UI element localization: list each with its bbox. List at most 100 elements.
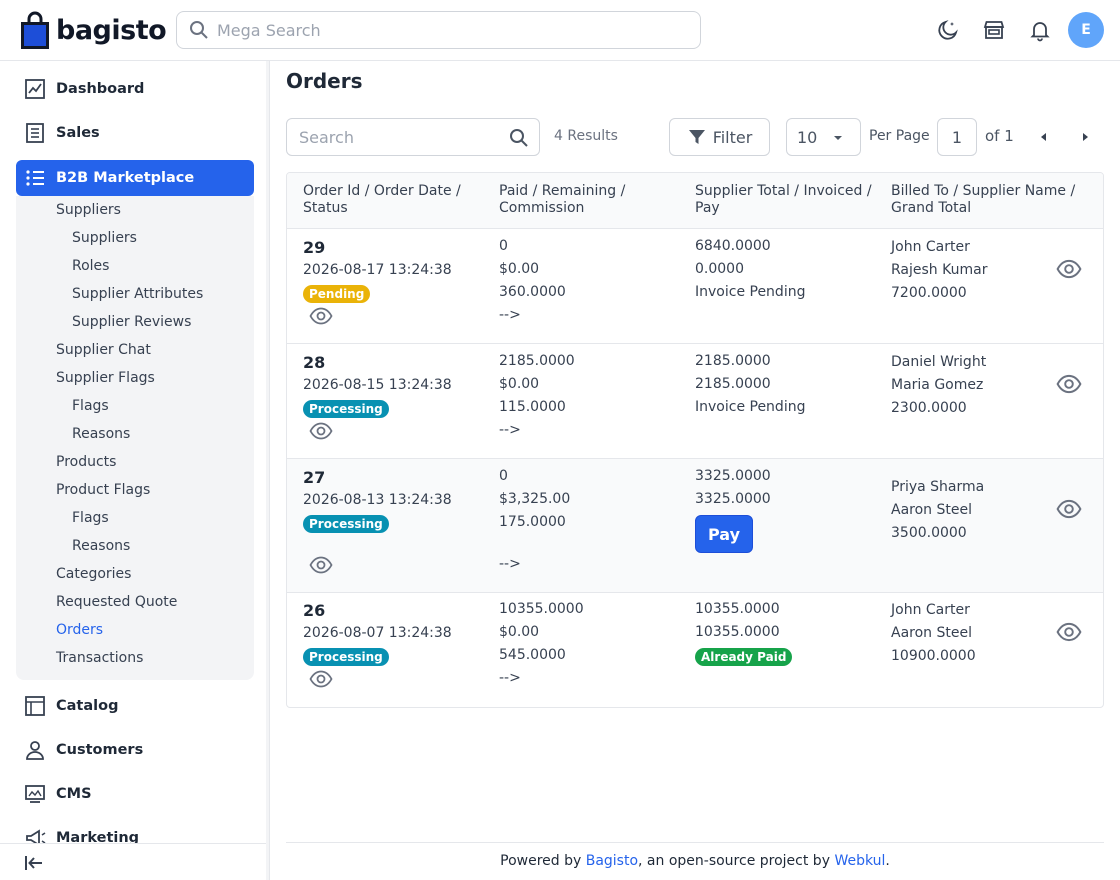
mega-search-box[interactable] (176, 11, 701, 49)
row-arrow: --> (499, 422, 521, 438)
submenu-requested-quote[interactable]: Requested Quote (56, 594, 177, 610)
filter-button[interactable]: Filter (669, 118, 770, 156)
submenu-supplier-flags[interactable]: Supplier Flags (56, 370, 155, 386)
submenu-product-flags-flags[interactable]: Flags (72, 510, 109, 526)
already-paid-badge: Already Paid (695, 648, 793, 666)
sidebar: Dashboard Sales B2B Marketplace Supplier… (0, 61, 270, 880)
status-badge: Pending (303, 285, 371, 303)
supplier-total: 10355.0000 (695, 601, 780, 617)
collapse-sidebar-icon[interactable] (24, 853, 44, 873)
submenu-supplier-flags-flags[interactable]: Flags (72, 398, 109, 414)
grand-total: 7200.0000 (891, 285, 967, 301)
col-header-paid[interactable]: Paid / Remaining / Commission (499, 183, 679, 217)
sidebar-collapse-bar (0, 843, 269, 880)
order-id: 27 (303, 468, 326, 487)
paid-amount: 10355.0000 (499, 601, 584, 617)
grand-total: 3500.0000 (891, 525, 967, 541)
table-header: Order Id / Order Date / Status Paid / Re… (287, 173, 1103, 229)
top-header: bagisto E (0, 0, 1120, 61)
view-eye-icon[interactable] (1056, 496, 1082, 522)
webkul-link[interactable]: Webkul (834, 853, 885, 869)
datagrid-search-box[interactable] (286, 118, 540, 156)
order-id: 28 (303, 353, 326, 372)
bagisto-link[interactable]: Bagisto (586, 853, 638, 869)
commission-amount: 360.0000 (499, 284, 566, 300)
commission-amount: 175.0000 (499, 514, 566, 530)
view-eye-icon[interactable] (1056, 371, 1082, 397)
sales-icon (26, 123, 44, 143)
search-icon[interactable] (509, 128, 529, 148)
invoiced-amount: 3325.0000 (695, 491, 771, 507)
order-date: 2026-08-17 13:24:38 (303, 262, 452, 278)
table-row: 28 2026-08-15 13:24:38 Processing 2185.0… (287, 344, 1103, 459)
paid-amount: 0 (499, 238, 508, 254)
submenu-supplier-attributes[interactable]: Supplier Attributes (72, 286, 203, 302)
supplier-total: 6840.0000 (695, 238, 771, 254)
submenu-suppliers-list[interactable]: Suppliers (72, 230, 137, 246)
paid-amount: 0 (499, 468, 508, 484)
sidebar-item-sales[interactable]: Sales (16, 115, 254, 151)
view-eye-icon[interactable] (309, 304, 333, 328)
submenu-product-flags[interactable]: Product Flags (56, 482, 150, 498)
row-arrow: --> (499, 556, 521, 572)
sidebar-item-cms[interactable]: CMS (16, 776, 254, 812)
submenu-supplier-flags-reasons[interactable]: Reasons (72, 426, 130, 442)
view-eye-icon[interactable] (1056, 619, 1082, 645)
per-page-select[interactable]: 10 (786, 118, 861, 156)
submenu-supplier-reviews[interactable]: Supplier Reviews (72, 314, 191, 330)
brand-logo[interactable]: bagisto (20, 10, 167, 50)
sidebar-item-label: Sales (56, 125, 100, 141)
invoiced-amount: 2185.0000 (695, 376, 771, 392)
page-number-input[interactable]: 1 (937, 118, 977, 156)
submenu-transactions[interactable]: Transactions (56, 650, 143, 666)
view-eye-icon[interactable] (309, 667, 333, 691)
notification-bell-icon[interactable] (1028, 18, 1052, 42)
sidebar-item-label: B2B Marketplace (56, 170, 195, 186)
caret-left-icon (1041, 133, 1046, 141)
sidebar-item-label: CMS (56, 786, 92, 802)
submenu-product-flags-reasons[interactable]: Reasons (72, 538, 130, 554)
submenu-products[interactable]: Products (56, 454, 116, 470)
dark-mode-icon[interactable] (936, 18, 960, 42)
commission-amount: 115.0000 (499, 399, 566, 415)
next-page-button[interactable] (1075, 127, 1095, 147)
results-count: 4 Results (554, 128, 618, 144)
table-row: 29 2026-08-17 13:24:38 Pending 0 $0.00 3… (287, 229, 1103, 344)
submenu-suppliers[interactable]: Suppliers (56, 202, 121, 218)
page-title: Orders (286, 69, 363, 93)
view-eye-icon[interactable] (309, 419, 333, 443)
col-header-supplier-total[interactable]: Supplier Total / Invoiced / Pay (695, 183, 880, 217)
view-eye-icon[interactable] (309, 553, 333, 577)
order-date: 2026-08-07 13:24:38 (303, 625, 452, 641)
order-date: 2026-08-13 13:24:38 (303, 492, 452, 508)
prev-page-button[interactable] (1034, 127, 1054, 147)
pay-button[interactable]: Pay (695, 515, 753, 553)
remaining-amount: $3,325.00 (499, 491, 571, 507)
pay-status: Invoice Pending (695, 399, 806, 415)
datagrid-search-input[interactable] (299, 127, 499, 147)
store-icon[interactable] (982, 18, 1006, 42)
col-header-order[interactable]: Order Id / Order Date / Status (303, 183, 483, 217)
sidebar-item-customers[interactable]: Customers (16, 732, 254, 768)
submenu-orders[interactable]: Orders (56, 622, 103, 638)
col-header-billed-to[interactable]: Billed To / Supplier Name / Grand Total (891, 183, 1091, 217)
sidebar-item-b2b-marketplace[interactable]: B2B Marketplace (16, 160, 254, 196)
grand-total: 2300.0000 (891, 400, 967, 416)
mega-search-input[interactable] (217, 20, 677, 40)
sidebar-item-dashboard[interactable]: Dashboard (16, 71, 254, 107)
caret-right-icon (1083, 133, 1088, 141)
view-eye-icon[interactable] (1056, 256, 1082, 282)
user-avatar[interactable]: E (1068, 12, 1104, 48)
sidebar-item-label: Catalog (56, 698, 119, 714)
submenu-categories[interactable]: Categories (56, 566, 131, 582)
sidebar-item-label: Dashboard (56, 81, 145, 97)
supplier-total: 2185.0000 (695, 353, 771, 369)
submenu-supplier-chat[interactable]: Supplier Chat (56, 342, 151, 358)
paid-amount: 2185.0000 (499, 353, 575, 369)
footer-suffix: . (885, 853, 890, 869)
submenu-roles[interactable]: Roles (72, 258, 109, 274)
supplier-name: Maria Gomez (891, 377, 984, 393)
table-row: 27 2026-08-13 13:24:38 Processing 0 $3,3… (287, 459, 1103, 593)
sidebar-item-catalog[interactable]: Catalog (16, 688, 254, 724)
filter-icon (688, 130, 705, 144)
